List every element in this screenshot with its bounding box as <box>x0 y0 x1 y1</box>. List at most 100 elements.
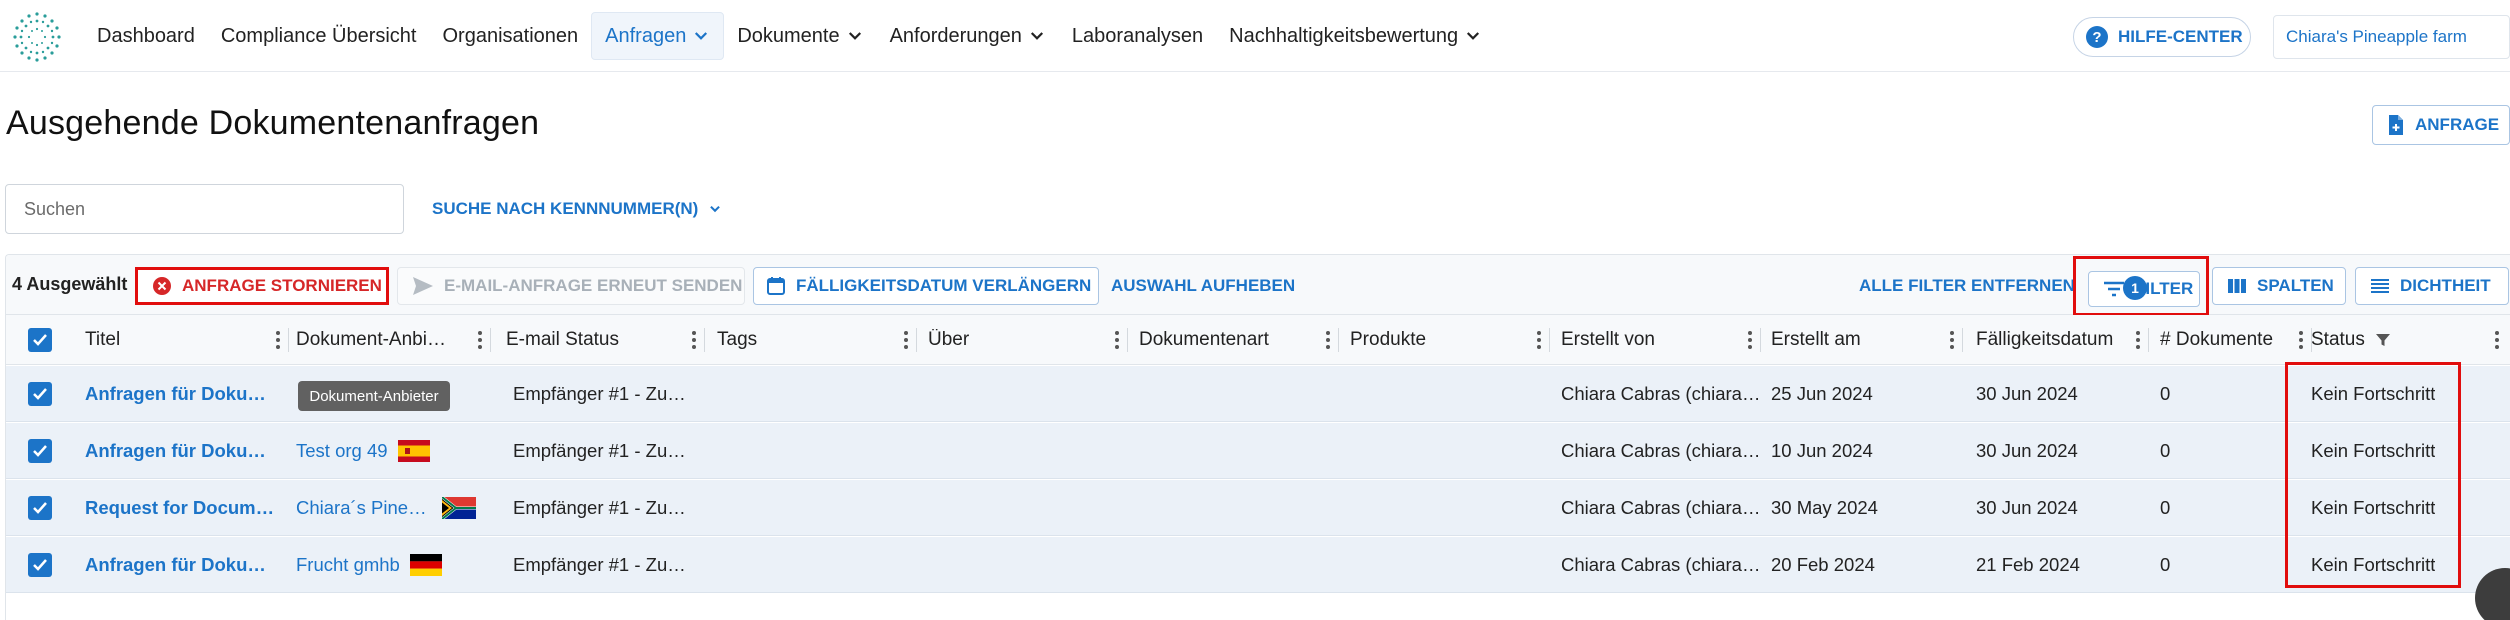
clear-filters-button[interactable]: ALLE FILTER ENTFERNEN <box>1859 267 2075 305</box>
request-title-link[interactable]: Anfragen für Dokumente <box>85 537 279 593</box>
select-all-checkbox[interactable] <box>28 315 58 365</box>
column-header-title[interactable]: Titel <box>85 315 289 365</box>
nav-item-laboranalysen[interactable]: Laboranalysen <box>1059 12 1216 60</box>
new-request-button[interactable]: ANFRAGE <box>2372 105 2510 145</box>
due-date-cell: 30 Jun 2024 <box>1976 480 2152 536</box>
column-header-status[interactable]: Status <box>2311 315 2507 365</box>
column-menu-icon[interactable] <box>1946 328 1958 352</box>
columns-button[interactable]: SPALTEN <box>2212 267 2346 305</box>
account-switcher[interactable]: Chiara's Pineapple farm <box>2273 15 2510 59</box>
column-separator[interactable] <box>1549 328 1550 352</box>
app-logo[interactable] <box>10 10 64 64</box>
checkmark-icon <box>33 388 47 400</box>
spain-flag-icon <box>397 440 430 462</box>
search-input[interactable] <box>5 184 404 234</box>
column-separator[interactable] <box>1962 328 1963 352</box>
column-menu-icon[interactable] <box>2132 328 2144 352</box>
provider-cell[interactable]: Chiara´s Pineapple farm <box>296 480 490 536</box>
column-menu-icon[interactable] <box>1111 328 1123 352</box>
column-menu-icon[interactable] <box>2491 328 2503 352</box>
created-at-cell: 25 Jun 2024 <box>1771 366 1967 422</box>
column-header-email-status[interactable]: E-mail Status <box>506 315 705 365</box>
density-label: DICHTHEIT <box>2400 276 2491 295</box>
column-header-tags[interactable]: Tags <box>717 315 917 365</box>
provider-cell[interactable]: Test org 49 <box>296 423 490 479</box>
cancel-request-button[interactable]: ANFRAGE STORNIEREN <box>135 267 389 305</box>
column-header-doc-type[interactable]: Dokumentenart <box>1139 315 1339 365</box>
created-at-cell: 30 May 2024 <box>1771 480 1967 536</box>
column-separator[interactable] <box>916 328 917 352</box>
nav-item-anfragen[interactable]: Anfragen <box>591 12 725 60</box>
column-header-created-by[interactable]: Erstellt von <box>1561 315 1761 365</box>
column-header-about[interactable]: Über <box>928 315 1128 365</box>
germany-flag-icon <box>409 554 442 576</box>
row-checkbox[interactable] <box>28 480 58 536</box>
column-separator[interactable] <box>490 328 491 352</box>
table-row[interactable]: Request for Documents Chiara´s Pineapple… <box>6 480 2510 536</box>
column-header-due-date[interactable]: Fälligkeitsdatum <box>1976 315 2149 365</box>
column-menu-icon[interactable] <box>1322 328 1334 352</box>
column-menu-icon[interactable] <box>474 328 486 352</box>
column-header-label: E-mail Status <box>506 329 619 350</box>
column-menu-icon[interactable] <box>1744 328 1756 352</box>
column-header-doc-count[interactable]: # Dokumente <box>2160 315 2312 365</box>
request-title-link[interactable]: Anfragen für Dokumente <box>85 366 279 422</box>
column-separator[interactable] <box>1127 328 1128 352</box>
id-search-toggle[interactable]: SUCHE NACH KENNNUMMER(N) <box>432 196 722 222</box>
nav-item-label: Dokumente <box>737 24 840 47</box>
row-checkbox[interactable] <box>28 423 58 479</box>
nav-item-anforderungen[interactable]: Anforderungen <box>877 12 1059 60</box>
created-at: 20 Feb 2024 <box>1771 554 1875 575</box>
checkmark-icon <box>33 445 47 457</box>
status: Kein Fortschritt <box>2311 497 2436 518</box>
doc-count-cell: 0 <box>2160 480 2300 536</box>
column-menu-icon[interactable] <box>2295 328 2307 352</box>
column-menu-icon[interactable] <box>272 328 284 352</box>
nav-item-dokumente[interactable]: Dokumente <box>724 12 876 60</box>
row-checkbox[interactable] <box>28 537 58 593</box>
request-title: Request for Documents <box>85 497 279 518</box>
email-status-cell: Empfänger #1 - Zugestellt <box>513 366 689 422</box>
filter-button[interactable]: FILTER 1 <box>2088 271 2200 307</box>
filter-button-highlight: FILTER 1 <box>2073 256 2209 316</box>
help-center-button[interactable]: ? HILFE-CENTER <box>2073 17 2251 57</box>
column-separator[interactable] <box>1338 328 1339 352</box>
resend-email-button[interactable]: E-MAIL-ANFRAGE ERNEUT SENDEN <box>397 267 745 305</box>
column-separator[interactable] <box>704 328 705 352</box>
table-row[interactable]: Anfragen für Dokumente Test org 49 Empfä… <box>6 423 2510 479</box>
nav-item-compliance[interactable]: Compliance Übersicht <box>208 12 430 60</box>
provider-cell[interactable]: Frucht gmhb <box>296 537 490 593</box>
cancel-request-label: ANFRAGE STORNIEREN <box>182 276 382 295</box>
column-menu-icon[interactable] <box>688 328 700 352</box>
email-status: Empfänger #1 - Zugestellt <box>513 554 689 575</box>
nav-item-nachhaltigkeit[interactable]: Nachhaltigkeitsbewertung <box>1216 12 1495 60</box>
request-title-link[interactable]: Request for Documents <box>85 480 279 536</box>
filter-count-badge: 1 <box>2123 276 2147 300</box>
email-status-cell: Empfänger #1 - Zugestellt <box>513 480 689 536</box>
column-header-products[interactable]: Produkte <box>1350 315 1550 365</box>
column-separator[interactable] <box>1760 328 1761 352</box>
chevron-down-icon <box>848 32 861 40</box>
density-button[interactable]: DICHTHEIT <box>2355 267 2509 305</box>
request-title-link[interactable]: Anfragen für Dokumente <box>85 423 279 479</box>
due-date-cell: 30 Jun 2024 <box>1976 423 2152 479</box>
column-separator[interactable] <box>288 328 289 352</box>
column-header-provider[interactable]: Dokument-Anbieter <box>296 315 491 365</box>
filter-funnel-icon[interactable] <box>2375 332 2391 348</box>
nav-item-organisationen[interactable]: Organisationen <box>429 12 591 60</box>
account-label: Chiara's Pineapple farm <box>2286 27 2467 46</box>
row-checkbox[interactable] <box>28 366 58 422</box>
column-menu-icon[interactable] <box>900 328 912 352</box>
nav-item-dashboard[interactable]: Dashboard <box>84 12 208 60</box>
column-menu-icon[interactable] <box>1533 328 1545 352</box>
column-separator[interactable] <box>2148 328 2149 352</box>
column-header-created-at[interactable]: Erstellt am <box>1771 315 1963 365</box>
deselect-all-label: AUSWAHL AUFHEBEN <box>1111 276 1296 295</box>
table-row[interactable]: Anfragen für Dokumente Frucht gmhb Empfä… <box>6 537 2510 593</box>
deselect-all-button[interactable]: AUSWAHL AUFHEBEN <box>1111 267 1295 305</box>
requests-table: 4 Ausgewählt ANFRAGE STORNIEREN E-MAIL-A… <box>5 254 2510 620</box>
status: Kein Fortschritt <box>2311 383 2436 404</box>
due-date-cell: 21 Feb 2024 <box>1976 537 2152 593</box>
nav-item-label: Dashboard <box>97 24 195 47</box>
extend-due-date-button[interactable]: FÄLLIGKEITSDATUM VERLÄNGERN <box>753 267 1099 305</box>
